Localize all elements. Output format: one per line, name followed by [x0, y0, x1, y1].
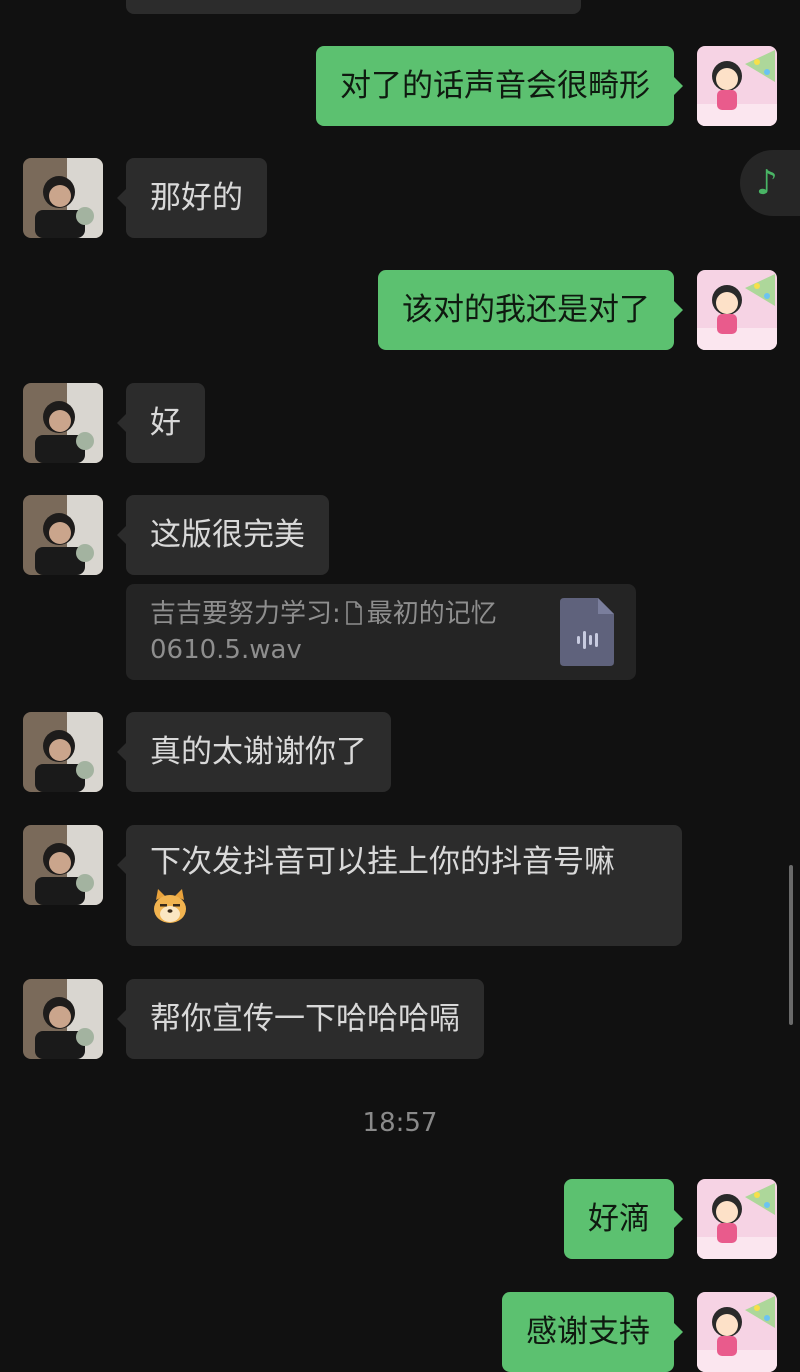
contact-photo-icon	[23, 495, 103, 575]
message-bubble-outgoing[interactable]: 对了的话声音会很畸形	[316, 46, 683, 126]
message-bubble-partial	[126, 0, 581, 14]
cartoon-girl-avatar-icon	[697, 46, 777, 126]
contact-avatar[interactable]	[23, 979, 103, 1059]
quote-file-extension: 0610.5.wav	[150, 635, 302, 665]
contact-avatar[interactable]	[23, 825, 103, 905]
document-icon	[345, 601, 362, 625]
music-note-icon: ♪	[756, 163, 778, 203]
quote-text: 吉吉要努力学习: 最初的记忆 0610.5.wav	[150, 596, 550, 668]
contact-photo-icon	[23, 825, 103, 905]
my-avatar[interactable]	[697, 1292, 777, 1372]
message-bubble-incoming[interactable]: 好	[117, 383, 205, 463]
message-bubble-outgoing[interactable]: 感谢支持	[502, 1292, 683, 1372]
chat-window: 对了的话声音会很畸形 那好的 该对的我还是对了 好 这版很完美 吉吉要努力学习:…	[0, 0, 800, 1372]
contact-avatar[interactable]	[23, 712, 103, 792]
message-bubble-incoming[interactable]: 下次发抖音可以挂上你的抖音号嘛	[117, 825, 682, 946]
audio-file-icon	[560, 598, 614, 666]
cartoon-girl-avatar-icon	[697, 270, 777, 350]
scrollbar[interactable]	[789, 865, 793, 1025]
quote-file-name: 最初的记忆	[366, 599, 497, 629]
timestamp: 18:57	[362, 1108, 438, 1138]
message-bubble-outgoing[interactable]: 该对的我还是对了	[378, 270, 683, 350]
doge-emoji-icon	[154, 889, 186, 923]
cartoon-girl-avatar-icon	[697, 1179, 777, 1259]
contact-avatar[interactable]	[23, 158, 103, 238]
cartoon-girl-avatar-icon	[697, 1292, 777, 1372]
quote-sender: 吉吉要努力学习:	[150, 599, 341, 629]
contact-avatar[interactable]	[23, 495, 103, 575]
my-avatar[interactable]	[697, 46, 777, 126]
message-bubble-incoming[interactable]: 那好的	[117, 158, 267, 238]
message-bubble-outgoing[interactable]: 好滴	[564, 1179, 683, 1259]
message-bubble-incoming[interactable]: 真的太谢谢你了	[117, 712, 391, 792]
contact-avatar[interactable]	[23, 383, 103, 463]
floating-music-button[interactable]: ♪	[740, 150, 800, 216]
message-bubble-incoming[interactable]: 这版很完美	[117, 495, 329, 575]
quoted-file-message[interactable]: 吉吉要努力学习: 最初的记忆 0610.5.wav	[126, 584, 636, 680]
my-avatar[interactable]	[697, 1179, 777, 1259]
contact-photo-icon	[23, 979, 103, 1059]
contact-photo-icon	[23, 712, 103, 792]
message-bubble-incoming[interactable]: 帮你宣传一下哈哈哈嗝	[117, 979, 484, 1059]
contact-photo-icon	[23, 158, 103, 238]
message-text: 下次发抖音可以挂上你的抖音号嘛	[150, 844, 615, 880]
my-avatar[interactable]	[697, 270, 777, 350]
contact-photo-icon	[23, 383, 103, 463]
